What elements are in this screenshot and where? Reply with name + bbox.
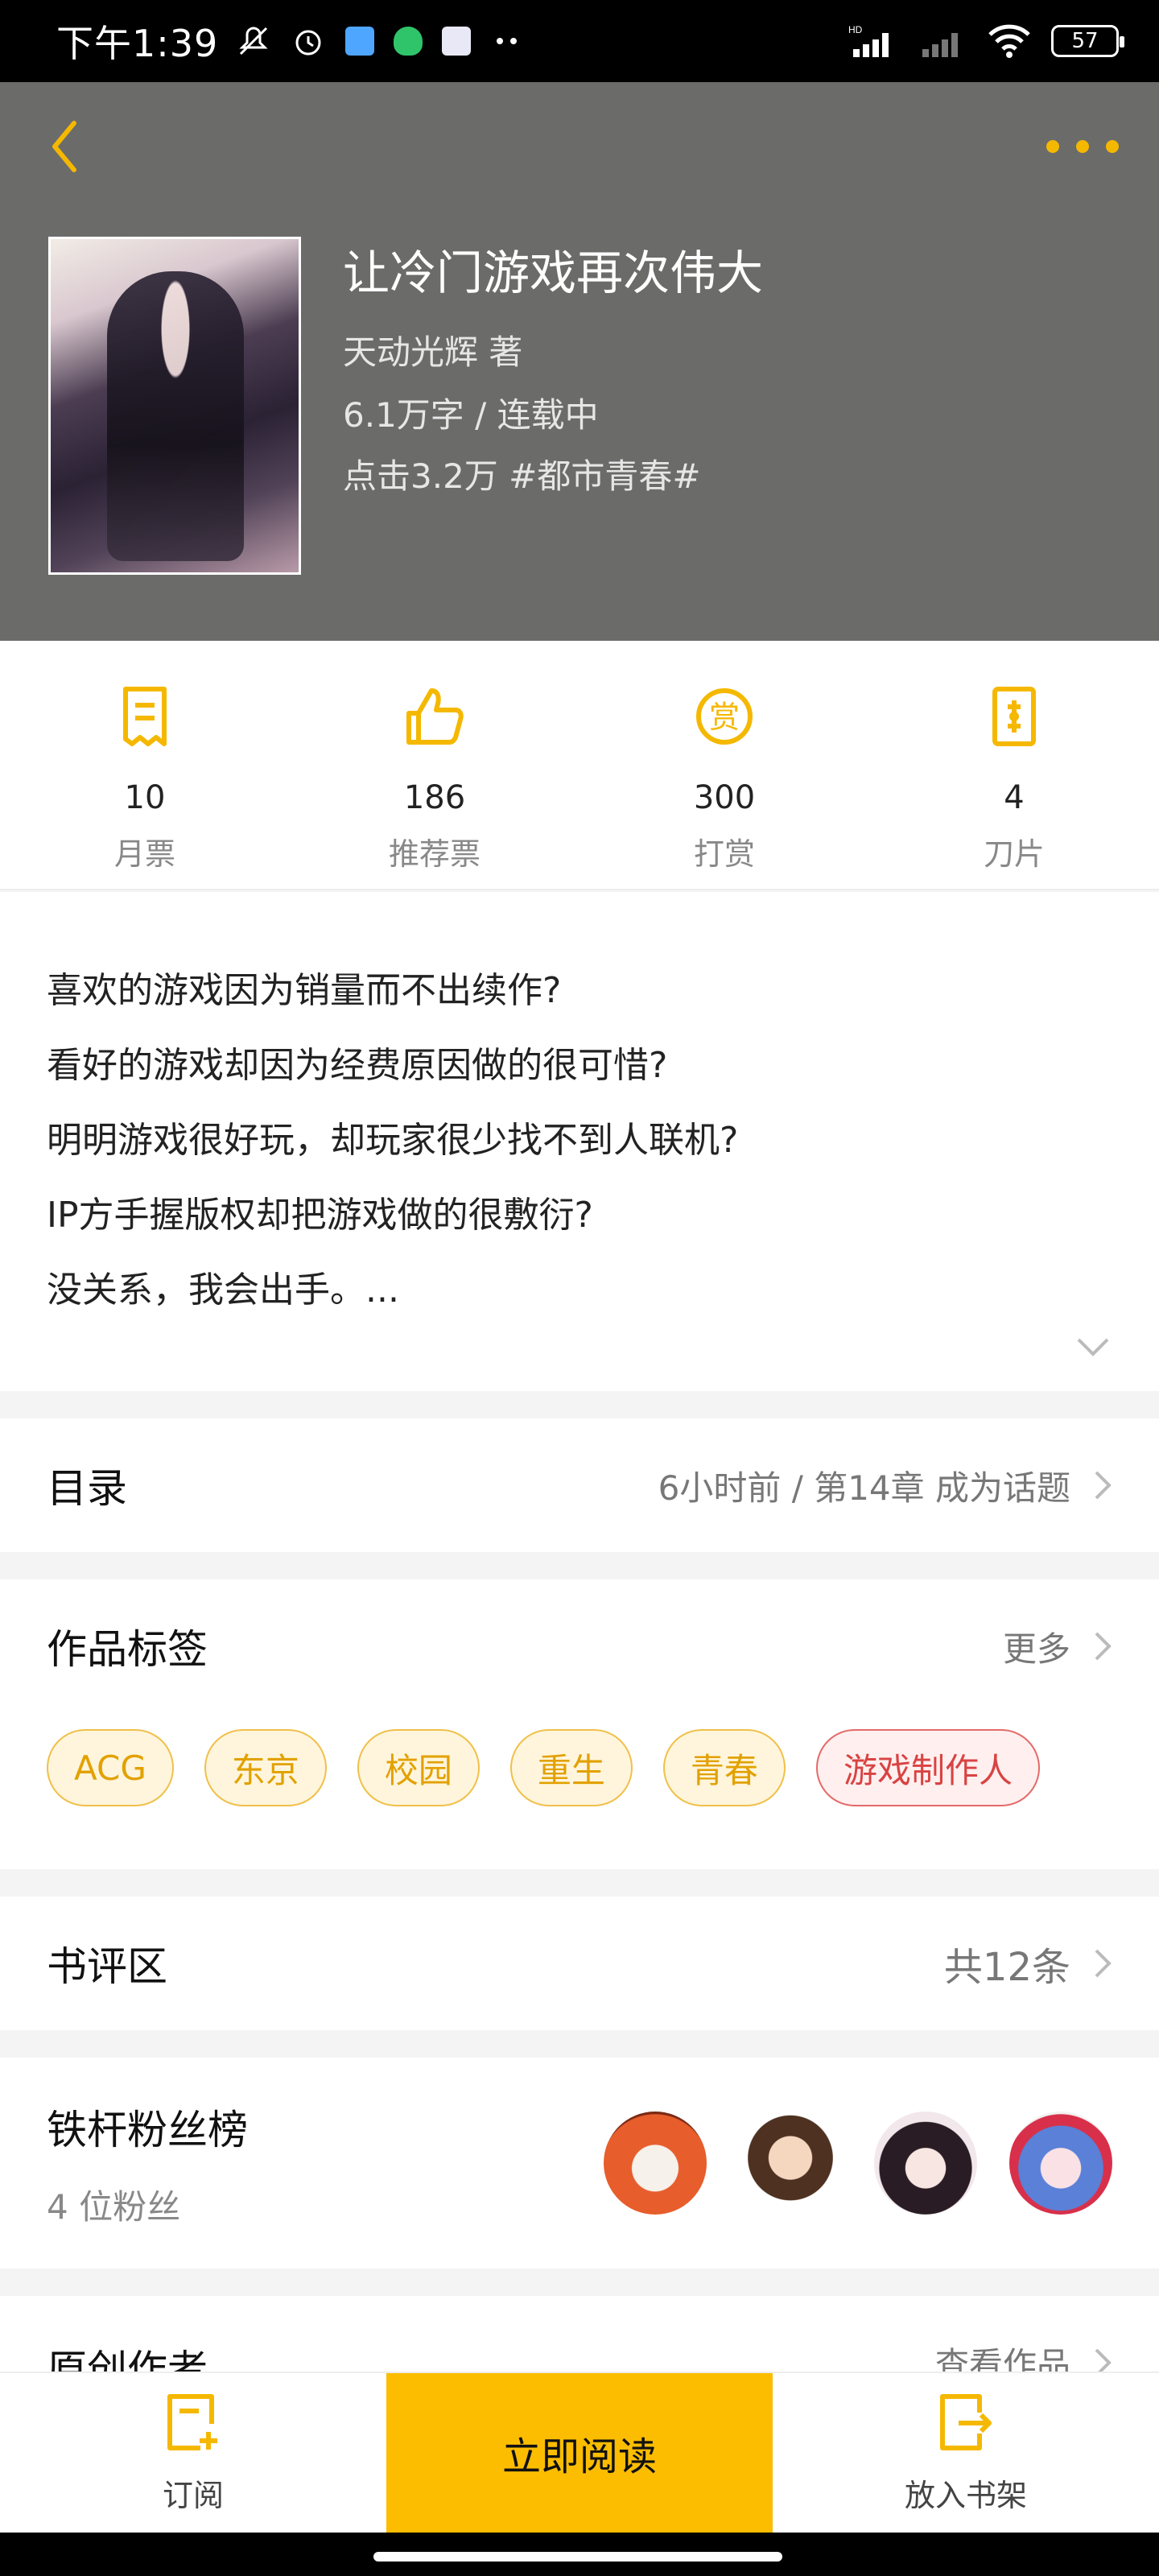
add-to-shelf-button[interactable]: 放入书架 bbox=[773, 2373, 1159, 2533]
mute-icon bbox=[236, 23, 271, 59]
book-clicks-genre: 点击3.2万 #都市青春# bbox=[343, 456, 701, 496]
status-bar: 下午1:39 HD 57 bbox=[0, 0, 1159, 82]
catalog-row[interactable]: 目录 6小时前 / 第14章 成为话题 bbox=[0, 1418, 1159, 1552]
system-nav-bar bbox=[0, 2533, 1159, 2576]
catalog-title: 目录 bbox=[47, 1465, 127, 1512]
add-to-shelf-icon bbox=[940, 2393, 992, 2450]
tags-title: 作品标签 bbox=[47, 1626, 208, 1673]
review-row[interactable]: 书评区 共12条 bbox=[0, 1897, 1159, 2030]
review-count: 共12条 bbox=[944, 1935, 1112, 1992]
stat-label: 推荐票 bbox=[388, 836, 481, 872]
avatar[interactable] bbox=[739, 2112, 842, 2215]
avatar[interactable] bbox=[604, 2112, 707, 2215]
more-notifications-icon bbox=[490, 23, 526, 59]
reward-icon: 赏 bbox=[692, 684, 757, 749]
subscribe-button[interactable]: 订阅 bbox=[0, 2373, 386, 2533]
chevron-right-icon bbox=[1095, 1949, 1112, 1978]
stat-monthly-ticket[interactable]: 10 月票 bbox=[0, 641, 290, 889]
description-line: 喜欢的游戏因为销量而不出续作? bbox=[47, 970, 562, 1011]
signal-icon: HD bbox=[848, 23, 900, 59]
tag-chip[interactable]: 校园 bbox=[357, 1729, 480, 1806]
chevron-right-icon bbox=[1095, 1471, 1112, 1500]
ticket-icon bbox=[113, 684, 177, 749]
status-time: 下午1:39 bbox=[56, 22, 219, 65]
latest-chapter-text: 6小时前 / 第14章 成为话题 bbox=[658, 1468, 1070, 1508]
stat-recommend-ticket[interactable]: 186 推荐票 bbox=[290, 641, 580, 889]
description-line: IP方手握版权却把游戏做的很敷衍? bbox=[47, 1195, 593, 1236]
book-word-count: 6.1万字 / 连载中 bbox=[343, 395, 599, 435]
read-now-button[interactable]: 立即阅读 bbox=[386, 2373, 773, 2533]
tag-chip[interactable]: 重生 bbox=[509, 1729, 633, 1806]
back-button[interactable] bbox=[40, 114, 89, 179]
network-label: HD bbox=[848, 24, 863, 35]
book-author[interactable]: 天动光辉 著 bbox=[343, 325, 522, 374]
description-line: 看好的游戏却因为经费原因做的很可惜? bbox=[47, 1045, 668, 1086]
wifi-icon bbox=[987, 23, 1032, 59]
more-dot-icon bbox=[1106, 140, 1119, 153]
subscribe-label: 订阅 bbox=[162, 2477, 224, 2513]
status-right-icons: HD 57 bbox=[848, 23, 1124, 59]
review-title: 书评区 bbox=[47, 1943, 167, 1990]
stat-label: 刀片 bbox=[983, 836, 1045, 872]
book-title: 让冷门游戏再次伟大 bbox=[343, 246, 764, 300]
avatar[interactable] bbox=[1009, 2112, 1112, 2215]
thumbs-up-icon bbox=[402, 684, 467, 749]
fans-count: 4 位粉丝 bbox=[47, 2186, 181, 2227]
tags-header: 作品标签 更多 bbox=[0, 1579, 1159, 1713]
more-dot-icon bbox=[1046, 140, 1059, 153]
tag-chip[interactable]: 青春 bbox=[662, 1729, 786, 1806]
cover-illustration bbox=[107, 271, 244, 561]
battery-indicator: 57 bbox=[1051, 25, 1124, 57]
subscribe-icon bbox=[167, 2393, 217, 2450]
book-description[interactable]: 喜欢的游戏因为销量而不出续作? 看好的游戏却因为经费原因做的很可惜? 明明游戏很… bbox=[0, 892, 1159, 1391]
app-notification-icon bbox=[345, 27, 375, 56]
chevron-right-icon bbox=[1095, 1632, 1112, 1661]
latest-chapter: 6小时前 / 第14章 成为话题 bbox=[658, 1461, 1112, 1510]
stat-reward[interactable]: 赏 300 打赏 bbox=[580, 641, 869, 889]
tag-list: ACG 东京 校园 重生 青春 游戏制作人 bbox=[0, 1729, 1159, 1806]
more-options-button[interactable] bbox=[1046, 122, 1119, 171]
tag-chip-highlight[interactable]: 游戏制作人 bbox=[815, 1729, 1040, 1806]
avatar[interactable] bbox=[874, 2112, 977, 2215]
fans-row[interactable]: 铁杆粉丝榜 4 位粉丝 bbox=[0, 2058, 1159, 2268]
description-line: 明明游戏很好玩，却玩家很少找不到人联机? bbox=[47, 1120, 739, 1161]
signal-2-icon bbox=[919, 23, 967, 59]
add-to-shelf-label: 放入书架 bbox=[904, 2477, 1027, 2513]
fans-info: 铁杆粉丝榜 4 位粉丝 bbox=[47, 2098, 248, 2229]
stat-value: 10 bbox=[124, 779, 166, 816]
stat-value: 186 bbox=[403, 779, 466, 816]
stats-row: 10 月票 186 推荐票 赏 300 打赏 4 刀片 bbox=[0, 641, 1159, 890]
stat-label: 月票 bbox=[113, 836, 175, 872]
shield-icon bbox=[394, 27, 423, 56]
book-header: 让冷门游戏再次伟大 天动光辉 著 6.1万字 / 连载中 点击3.2万 #都市青… bbox=[0, 82, 1159, 641]
back-arrow-icon bbox=[52, 121, 76, 172]
tags-section: 作品标签 更多 ACG 东京 校园 重生 青春 游戏制作人 bbox=[0, 1579, 1159, 1869]
bottom-action-bar: 订阅 立即阅读 放入书架 bbox=[0, 2372, 1159, 2533]
tags-more-button[interactable]: 更多 bbox=[1003, 1622, 1112, 1671]
home-indicator[interactable] bbox=[373, 2552, 782, 2562]
review-count-text: 共12条 bbox=[943, 1945, 1070, 1990]
status-left-icons bbox=[236, 23, 526, 59]
stat-blade[interactable]: 4 刀片 bbox=[869, 641, 1159, 889]
tag-chip[interactable]: ACG bbox=[47, 1729, 174, 1806]
blade-icon bbox=[982, 684, 1046, 749]
fan-avatars bbox=[604, 2112, 1112, 2215]
stat-value: 4 bbox=[1004, 779, 1025, 816]
svg-text:赏: 赏 bbox=[709, 700, 740, 735]
stat-label: 打赏 bbox=[693, 836, 755, 872]
stat-value: 300 bbox=[693, 779, 756, 816]
more-label: 更多 bbox=[1002, 1629, 1070, 1669]
alarm-icon bbox=[291, 23, 326, 59]
app-notification-icon-2 bbox=[442, 27, 472, 56]
tag-chip[interactable]: 东京 bbox=[204, 1729, 327, 1806]
book-cover[interactable] bbox=[48, 237, 301, 575]
description-line: 没关系，我会出手。... bbox=[47, 1269, 399, 1311]
chevron-down-icon[interactable] bbox=[1075, 1335, 1111, 1359]
more-dot-icon bbox=[1076, 140, 1089, 153]
fans-title: 铁杆粉丝榜 bbox=[47, 2106, 248, 2153]
